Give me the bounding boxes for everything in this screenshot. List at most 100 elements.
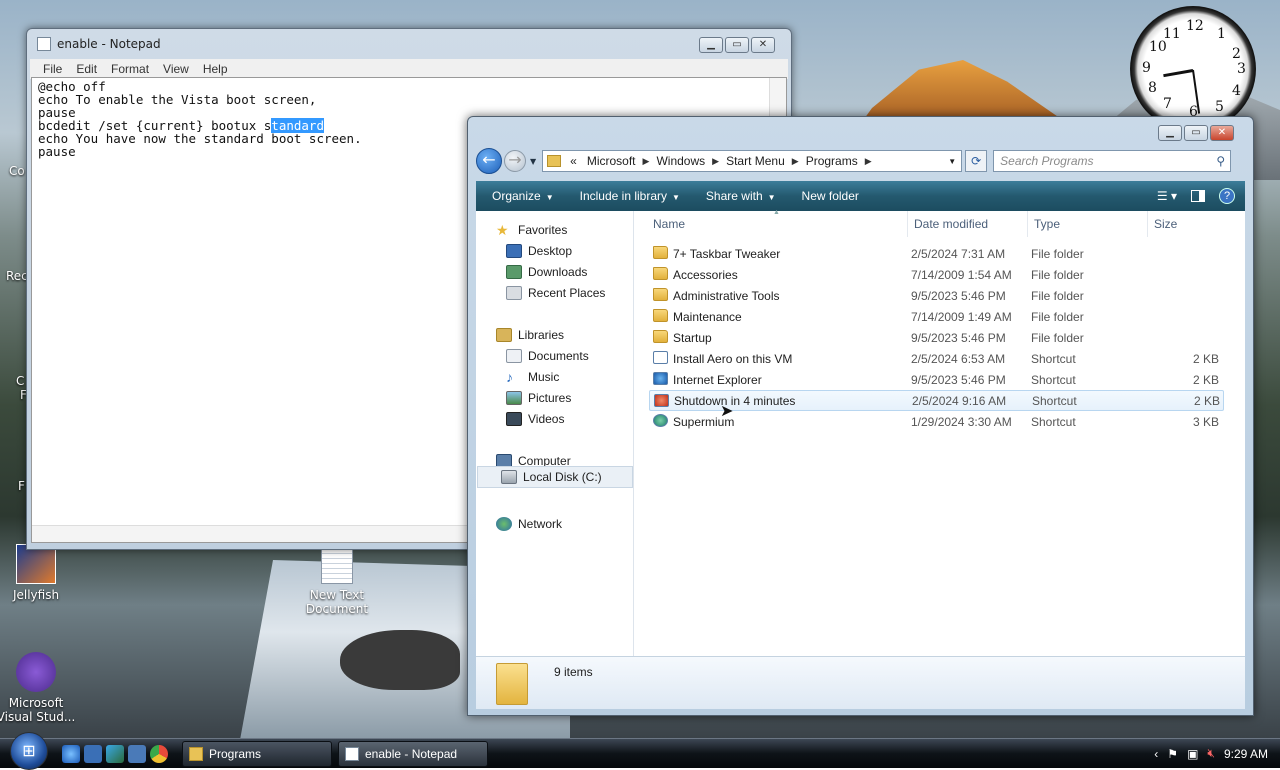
breadcrumb-start-menu[interactable]: Start Menu <box>721 154 790 168</box>
clock-time[interactable]: 9:29 AM <box>1224 747 1268 761</box>
minimize-button[interactable]: ▁ <box>1158 125 1182 141</box>
internet-explorer-icon[interactable] <box>62 744 80 763</box>
search-placeholder: Search Programs <box>1000 154 1094 168</box>
taskbar-item-notepad[interactable]: enable - Notepad <box>338 740 488 767</box>
file-row[interactable]: Supermium 1/29/2024 3:30 AM Shortcut 3 KB <box>649 411 1224 432</box>
breadcrumb-overflow[interactable]: « <box>565 154 582 168</box>
breadcrumb-separator-icon[interactable]: ▶ <box>710 156 721 167</box>
libraries-icon <box>496 328 512 342</box>
column-header-size[interactable]: Size <box>1154 217 1177 231</box>
nav-libraries[interactable]: Libraries <box>496 325 564 345</box>
include-in-library-button[interactable]: Include in library ▼ <box>564 189 690 203</box>
column-divider[interactable] <box>1027 211 1028 237</box>
file-row[interactable]: Internet Explorer 9/5/2023 5:46 PM Shortcu… <box>649 369 1224 390</box>
nav-local-disk[interactable]: Local Disk (C:) <box>477 466 633 488</box>
file-row[interactable]: Startup 9/5/2023 5:46 PM File folder <box>649 327 1224 348</box>
quicklaunch-app-icon[interactable] <box>128 744 146 763</box>
nav-desktop[interactable]: Desktop <box>506 241 572 261</box>
breadcrumb-separator-icon[interactable]: ▶ <box>863 156 874 167</box>
column-header-date-modified[interactable]: Date modified <box>914 217 988 231</box>
view-options-icon[interactable]: ☰ ▾ <box>1157 189 1177 203</box>
text-document-icon <box>321 548 353 584</box>
folder-icon <box>653 246 668 259</box>
nav-recent-places[interactable]: Recent Places <box>506 283 605 303</box>
action-center-flag-icon[interactable]: ⚑ <box>1167 747 1178 761</box>
close-button[interactable]: ✕ <box>751 37 775 53</box>
file-row[interactable]: Install Aero on this VM 2/5/2024 6:53 AM S… <box>649 348 1224 369</box>
breadcrumb-separator-icon[interactable]: ▶ <box>790 156 801 167</box>
clock-number: 4 <box>1232 83 1241 99</box>
file-row[interactable]: Maintenance 7/14/2009 1:49 AM File folder <box>649 306 1224 327</box>
file-row[interactable]: Accessories 7/14/2009 1:54 AM File folder <box>649 264 1224 285</box>
clock-number: 12 <box>1186 18 1204 34</box>
forward-button[interactable]: → <box>504 150 526 172</box>
column-divider[interactable] <box>907 211 908 237</box>
desktop-edge-label: F <box>18 479 25 493</box>
chrome-icon[interactable] <box>150 744 168 763</box>
minimize-button[interactable]: ▁ <box>699 37 723 53</box>
address-dropdown-icon[interactable]: ▼ <box>943 157 961 166</box>
menu-format[interactable]: Format <box>104 62 156 76</box>
folder-icon <box>547 155 562 167</box>
organize-button[interactable]: Organize ▼ <box>476 189 564 203</box>
maximize-button[interactable]: ▭ <box>1184 125 1208 141</box>
desktop-icon-label: New Text Document <box>305 588 369 616</box>
show-hidden-icons-icon[interactable]: ‹ <box>1154 747 1158 761</box>
close-button[interactable]: ✕ <box>1210 125 1234 141</box>
taskbar-item-programs[interactable]: Programs <box>182 740 332 767</box>
desktop-icon-jellyfish[interactable]: Jellyfish <box>0 544 76 602</box>
nav-pictures[interactable]: Pictures <box>506 388 571 408</box>
menu-help[interactable]: Help <box>196 62 235 76</box>
desktop-icon-visual-studio[interactable]: Microsoft Visual Stud... <box>0 652 76 724</box>
network-tray-icon[interactable]: ▣ <box>1187 747 1198 761</box>
maximize-button[interactable]: ▭ <box>725 37 749 53</box>
column-header-name[interactable]: Name <box>653 217 685 231</box>
column-divider[interactable] <box>1147 211 1148 237</box>
file-row[interactable]: Shutdown in 4 minutes 2/5/2024 9:16 AM Sho… <box>649 390 1224 411</box>
rock-wallpaper <box>340 630 460 690</box>
share-with-button[interactable]: Share with ▼ <box>690 189 786 203</box>
file-row[interactable]: 7+ Taskbar Tweaker 2/5/2024 7:31 AM File f… <box>649 243 1224 264</box>
refresh-button[interactable]: ⟳ <box>965 150 988 172</box>
notepad-icon <box>345 746 359 761</box>
visual-studio-icon <box>16 652 56 692</box>
explorer-window[interactable]: ▁ ▭ ✕ ← → ▼ « Microsoft ▶ Windows ▶ Start … <box>467 116 1254 716</box>
navigation-pane: ★ Favorites Desktop Downloads Recent Plac… <box>476 211 634 656</box>
folder-icon <box>653 267 668 280</box>
nav-videos[interactable]: Videos <box>506 409 564 429</box>
nav-downloads[interactable]: Downloads <box>506 262 587 282</box>
clock-gadget[interactable]: 12 1 2 3 4 5 6 7 8 9 10 11 <box>1130 6 1256 132</box>
notepad-text: echo You have now the standard boot scre… <box>38 131 362 159</box>
menu-file[interactable]: File <box>36 62 69 76</box>
recent-pages-chevron-icon[interactable]: ▼ <box>530 157 536 166</box>
internet-explorer-icon <box>653 372 668 385</box>
notepad-titlebar[interactable]: enable - Notepad <box>27 29 791 59</box>
help-icon[interactable]: ? <box>1219 188 1235 204</box>
desktop-edge-label: Rec <box>6 269 28 283</box>
column-header-type[interactable]: Type <box>1034 217 1060 231</box>
clock-hour-hand <box>1163 69 1194 78</box>
breadcrumb-microsoft[interactable]: Microsoft <box>582 154 641 168</box>
nav-favorites[interactable]: ★ Favorites <box>496 220 567 240</box>
address-bar[interactable]: « Microsoft ▶ Windows ▶ Start Menu ▶ Progra… <box>542 150 963 172</box>
new-folder-button[interactable]: New folder <box>786 189 869 203</box>
search-icon[interactable]: ⚲ <box>1216 151 1225 171</box>
nav-documents[interactable]: Documents <box>506 346 589 366</box>
menu-edit[interactable]: Edit <box>69 62 104 76</box>
switch-windows-icon[interactable] <box>106 744 124 763</box>
breadcrumb-programs[interactable]: Programs <box>801 154 863 168</box>
show-desktop-icon[interactable] <box>84 744 102 763</box>
back-button[interactable]: ← <box>476 148 502 174</box>
volume-muted-icon[interactable]: 🔇︎ <box>1207 746 1215 761</box>
desktop-icon-new-text-document[interactable]: New Text Document <box>296 548 378 616</box>
breadcrumb-windows[interactable]: Windows <box>651 154 710 168</box>
nav-network[interactable]: Network <box>496 514 562 534</box>
preview-pane-icon[interactable] <box>1191 190 1205 202</box>
search-input[interactable]: Search Programs ⚲ <box>993 150 1232 172</box>
nav-music[interactable]: ♪ Music <box>506 367 559 387</box>
start-button[interactable]: ⊞ <box>10 731 48 770</box>
menu-view[interactable]: View <box>156 62 196 76</box>
clock-number: 2 <box>1232 46 1241 62</box>
file-row[interactable]: Administrative Tools 9/5/2023 5:46 PM File… <box>649 285 1224 306</box>
breadcrumb-separator-icon[interactable]: ▶ <box>641 156 652 167</box>
